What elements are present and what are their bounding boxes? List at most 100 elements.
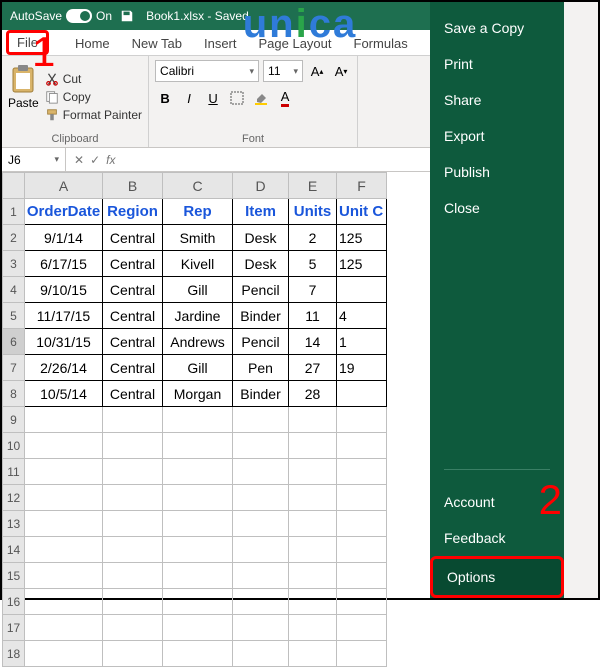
cell-D9[interactable] bbox=[233, 407, 289, 433]
cell-C14[interactable] bbox=[163, 537, 233, 563]
cell-E2[interactable]: 2 bbox=[289, 225, 337, 251]
cell-B10[interactable] bbox=[103, 433, 163, 459]
cell-A7[interactable]: 2/26/14 bbox=[25, 355, 103, 381]
cell-D10[interactable] bbox=[233, 433, 289, 459]
cell-A2[interactable]: 9/1/14 bbox=[25, 225, 103, 251]
tab-file[interactable]: File bbox=[6, 30, 49, 55]
cell-C3[interactable]: Kivell bbox=[163, 251, 233, 277]
cell-C8[interactable]: Morgan bbox=[163, 381, 233, 407]
cell-F5[interactable]: 4 bbox=[337, 303, 387, 329]
cell-E13[interactable] bbox=[289, 511, 337, 537]
cell-C7[interactable]: Gill bbox=[163, 355, 233, 381]
select-all-corner[interactable] bbox=[3, 173, 25, 199]
cell-E7[interactable]: 27 bbox=[289, 355, 337, 381]
cell-F2[interactable]: 125 bbox=[337, 225, 387, 251]
cell-E15[interactable] bbox=[289, 563, 337, 589]
cell-E5[interactable]: 11 bbox=[289, 303, 337, 329]
row-header-17[interactable]: 17 bbox=[3, 615, 25, 641]
cell-D17[interactable] bbox=[233, 615, 289, 641]
tab-newtab[interactable]: New Tab bbox=[122, 32, 192, 55]
cell-B8[interactable]: Central bbox=[103, 381, 163, 407]
cell-F14[interactable] bbox=[337, 537, 387, 563]
cell-A10[interactable] bbox=[25, 433, 103, 459]
cell-A13[interactable] bbox=[25, 511, 103, 537]
font-name-combo[interactable]: Calibri▾ bbox=[155, 60, 259, 82]
cell-A3[interactable]: 6/17/15 bbox=[25, 251, 103, 277]
cell-F17[interactable] bbox=[337, 615, 387, 641]
file-menu-export[interactable]: Export bbox=[430, 118, 564, 154]
cell-D7[interactable]: Pen bbox=[233, 355, 289, 381]
cell-F12[interactable] bbox=[337, 485, 387, 511]
header-cell-Units[interactable]: Units bbox=[289, 199, 337, 225]
cell-F6[interactable]: 1 bbox=[337, 329, 387, 355]
header-cell-Unit C[interactable]: Unit C bbox=[337, 199, 387, 225]
cell-E8[interactable]: 28 bbox=[289, 381, 337, 407]
cell-B13[interactable] bbox=[103, 511, 163, 537]
cell-E4[interactable]: 7 bbox=[289, 277, 337, 303]
cell-A12[interactable] bbox=[25, 485, 103, 511]
header-cell-Region[interactable]: Region bbox=[103, 199, 163, 225]
row-header-6[interactable]: 6 bbox=[3, 329, 25, 355]
cell-C9[interactable] bbox=[163, 407, 233, 433]
autosave-toggle[interactable]: AutoSave On bbox=[10, 9, 112, 23]
format-painter-button[interactable]: Format Painter bbox=[45, 108, 142, 122]
cell-D16[interactable] bbox=[233, 589, 289, 615]
tab-home[interactable]: Home bbox=[65, 32, 120, 55]
file-menu-feedback[interactable]: Feedback bbox=[430, 520, 564, 556]
cell-C2[interactable]: Smith bbox=[163, 225, 233, 251]
cell-F16[interactable] bbox=[337, 589, 387, 615]
cell-D5[interactable]: Binder bbox=[233, 303, 289, 329]
row-header-5[interactable]: 5 bbox=[3, 303, 25, 329]
underline-button[interactable]: U bbox=[203, 88, 223, 108]
header-cell-Rep[interactable]: Rep bbox=[163, 199, 233, 225]
file-menu-options[interactable]: Options bbox=[430, 556, 564, 598]
cell-F8[interactable] bbox=[337, 381, 387, 407]
cell-D4[interactable]: Pencil bbox=[233, 277, 289, 303]
cell-D13[interactable] bbox=[233, 511, 289, 537]
cell-E17[interactable] bbox=[289, 615, 337, 641]
cell-C13[interactable] bbox=[163, 511, 233, 537]
cell-D12[interactable] bbox=[233, 485, 289, 511]
cell-B6[interactable]: Central bbox=[103, 329, 163, 355]
row-header-4[interactable]: 4 bbox=[3, 277, 25, 303]
header-cell-OrderDate[interactable]: OrderDate bbox=[25, 199, 103, 225]
header-cell-Item[interactable]: Item bbox=[233, 199, 289, 225]
cancel-icon[interactable]: ✕ bbox=[74, 153, 84, 167]
row-header-13[interactable]: 13 bbox=[3, 511, 25, 537]
cell-B17[interactable] bbox=[103, 615, 163, 641]
cell-F15[interactable] bbox=[337, 563, 387, 589]
file-menu-print[interactable]: Print bbox=[430, 46, 564, 82]
row-header-12[interactable]: 12 bbox=[3, 485, 25, 511]
cell-A17[interactable] bbox=[25, 615, 103, 641]
fx-icon[interactable]: fx bbox=[106, 153, 115, 167]
cell-B3[interactable]: Central bbox=[103, 251, 163, 277]
cell-C5[interactable]: Jardine bbox=[163, 303, 233, 329]
cell-A8[interactable]: 10/5/14 bbox=[25, 381, 103, 407]
fill-color-button[interactable] bbox=[251, 88, 271, 108]
cell-C17[interactable] bbox=[163, 615, 233, 641]
file-menu-share[interactable]: Share bbox=[430, 82, 564, 118]
cell-B14[interactable] bbox=[103, 537, 163, 563]
cell-C4[interactable]: Gill bbox=[163, 277, 233, 303]
cell-A5[interactable]: 11/17/15 bbox=[25, 303, 103, 329]
cell-E3[interactable]: 5 bbox=[289, 251, 337, 277]
row-header-7[interactable]: 7 bbox=[3, 355, 25, 381]
cell-C18[interactable] bbox=[163, 641, 233, 667]
column-header-F[interactable]: F bbox=[337, 173, 387, 199]
increase-font-button[interactable]: A▴ bbox=[307, 61, 327, 81]
row-header-11[interactable]: 11 bbox=[3, 459, 25, 485]
file-menu-account[interactable]: Account bbox=[430, 484, 564, 520]
cell-E16[interactable] bbox=[289, 589, 337, 615]
column-header-B[interactable]: B bbox=[103, 173, 163, 199]
italic-button[interactable]: I bbox=[179, 88, 199, 108]
cut-button[interactable]: Cut bbox=[45, 72, 142, 86]
cell-B11[interactable] bbox=[103, 459, 163, 485]
cell-D14[interactable] bbox=[233, 537, 289, 563]
tab-page-layout[interactable]: Page Layout bbox=[249, 32, 342, 55]
file-menu-publish[interactable]: Publish bbox=[430, 154, 564, 190]
row-header-3[interactable]: 3 bbox=[3, 251, 25, 277]
row-header-14[interactable]: 14 bbox=[3, 537, 25, 563]
cell-F7[interactable]: 19 bbox=[337, 355, 387, 381]
name-box[interactable]: J6▾ bbox=[2, 148, 66, 171]
cell-F13[interactable] bbox=[337, 511, 387, 537]
